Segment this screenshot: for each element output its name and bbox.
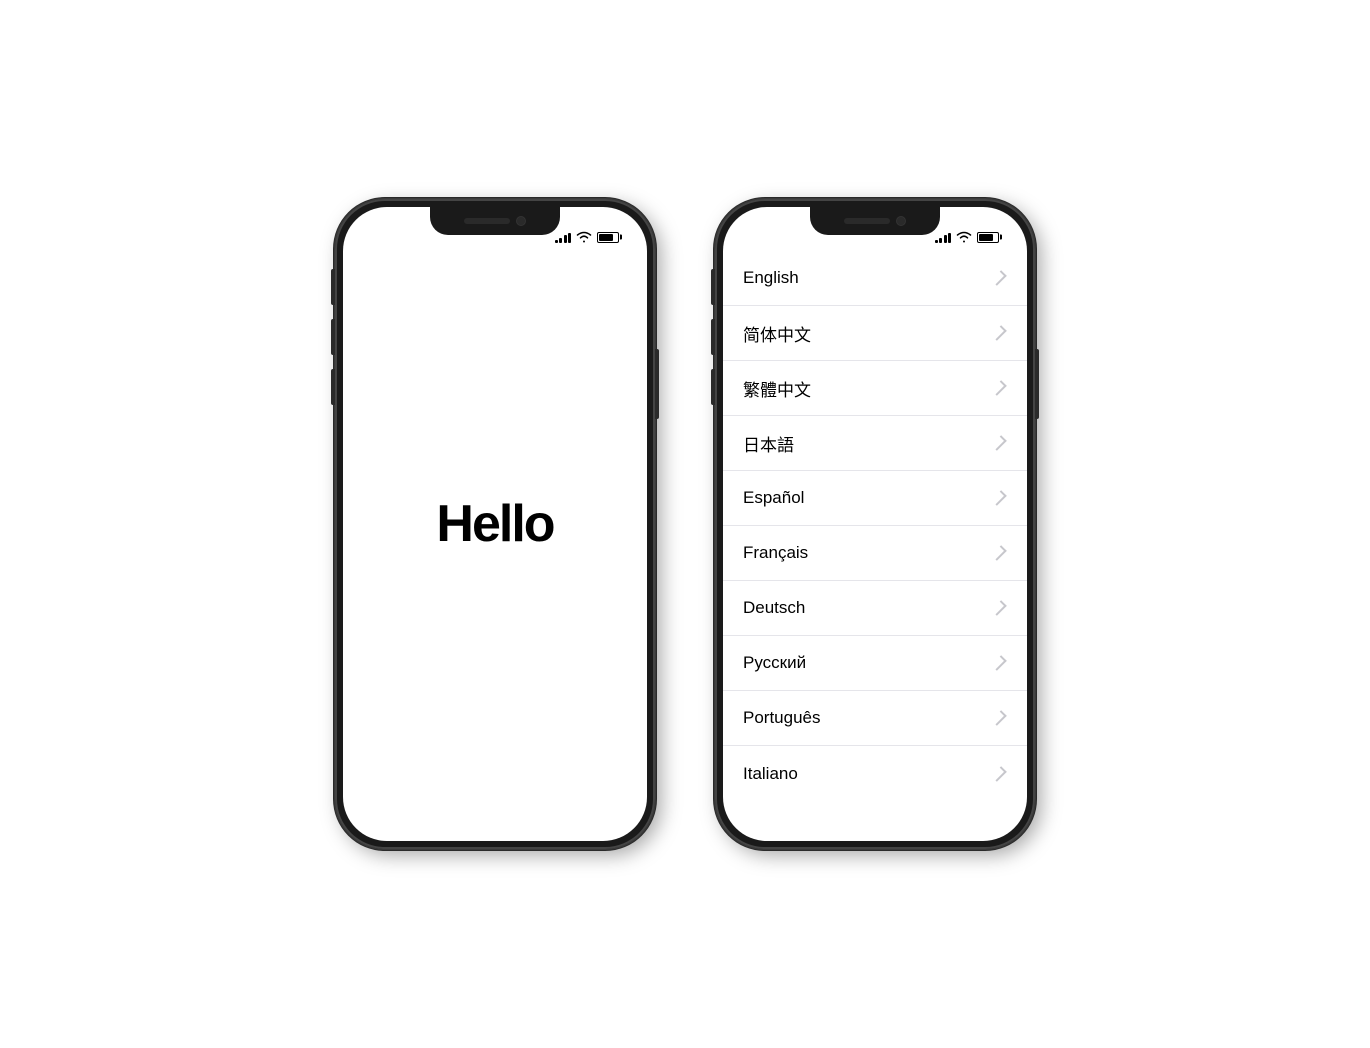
wifi-icon-2: [956, 231, 972, 243]
battery-fill-1: [599, 234, 613, 241]
chevron-right-icon-italian: [991, 766, 1007, 782]
language-item-english[interactable]: English: [723, 251, 1027, 306]
chevron-right-icon-spanish: [991, 490, 1007, 506]
phone-frame-1: Hello: [335, 199, 655, 849]
language-item-italian[interactable]: Italiano: [723, 746, 1027, 801]
battery-fill-2: [979, 234, 993, 241]
chevron-right-icon-portuguese: [991, 710, 1007, 726]
camera-2: [896, 216, 906, 226]
phone-screen-1: Hello: [343, 207, 647, 841]
notch-1: [430, 207, 560, 235]
speaker-1: [464, 218, 510, 224]
language-item-simplified-chinese[interactable]: 简体中文: [723, 306, 1027, 361]
notch-2: [810, 207, 940, 235]
language-name-italian: Italiano: [743, 764, 798, 784]
chevron-right-icon-traditional-chinese: [991, 380, 1007, 396]
signal-icon-1: [555, 231, 572, 243]
signal-bar: [944, 235, 947, 243]
language-name-french: Français: [743, 543, 808, 563]
language-name-german: Deutsch: [743, 598, 805, 618]
language-name-japanese: 日本語: [743, 431, 794, 456]
language-item-japanese[interactable]: 日本語: [723, 416, 1027, 471]
language-name-russian: Русский: [743, 653, 806, 673]
signal-bar: [555, 240, 558, 243]
status-icons-2: [935, 231, 1000, 243]
signal-bar: [935, 240, 938, 243]
hello-screen: Hello: [343, 207, 647, 841]
signal-bar: [568, 233, 571, 243]
chevron-right-icon-english: [991, 270, 1007, 286]
speaker-2: [844, 218, 890, 224]
phone-2: English 简体中文 繁體中文 日本語 Español: [715, 199, 1035, 849]
language-item-traditional-chinese[interactable]: 繁體中文: [723, 361, 1027, 416]
signal-icon-2: [935, 231, 952, 243]
signal-bar: [559, 238, 562, 243]
phone-1: Hello: [335, 199, 655, 849]
language-item-spanish[interactable]: Español: [723, 471, 1027, 526]
language-name-spanish: Español: [743, 488, 804, 508]
phone-frame-2: English 简体中文 繁體中文 日本語 Español: [715, 199, 1035, 849]
battery-icon-2: [977, 232, 999, 243]
language-list: English 简体中文 繁體中文 日本語 Español: [723, 251, 1027, 841]
language-item-russian[interactable]: Русский: [723, 636, 1027, 691]
signal-bar: [939, 238, 942, 243]
hello-text: Hello: [436, 494, 553, 554]
chevron-right-icon-japanese: [991, 435, 1007, 451]
language-item-french[interactable]: Français: [723, 526, 1027, 581]
phone-screen-2: English 简体中文 繁體中文 日本語 Español: [723, 207, 1027, 841]
camera-1: [516, 216, 526, 226]
language-name-english: English: [743, 268, 799, 288]
language-name-simplified-chinese: 简体中文: [743, 321, 811, 346]
battery-icon-1: [597, 232, 619, 243]
language-name-traditional-chinese: 繁體中文: [743, 376, 811, 401]
status-icons-1: [555, 231, 620, 243]
wifi-icon-1: [576, 231, 592, 243]
signal-bar: [948, 233, 951, 243]
chevron-right-icon-russian: [991, 655, 1007, 671]
chevron-right-icon-german: [991, 600, 1007, 616]
signal-bar: [564, 235, 567, 243]
language-item-portuguese[interactable]: Português: [723, 691, 1027, 746]
chevron-right-icon-simplified-chinese: [991, 325, 1007, 341]
language-name-portuguese: Português: [743, 708, 821, 728]
chevron-right-icon-french: [991, 545, 1007, 561]
language-item-german[interactable]: Deutsch: [723, 581, 1027, 636]
